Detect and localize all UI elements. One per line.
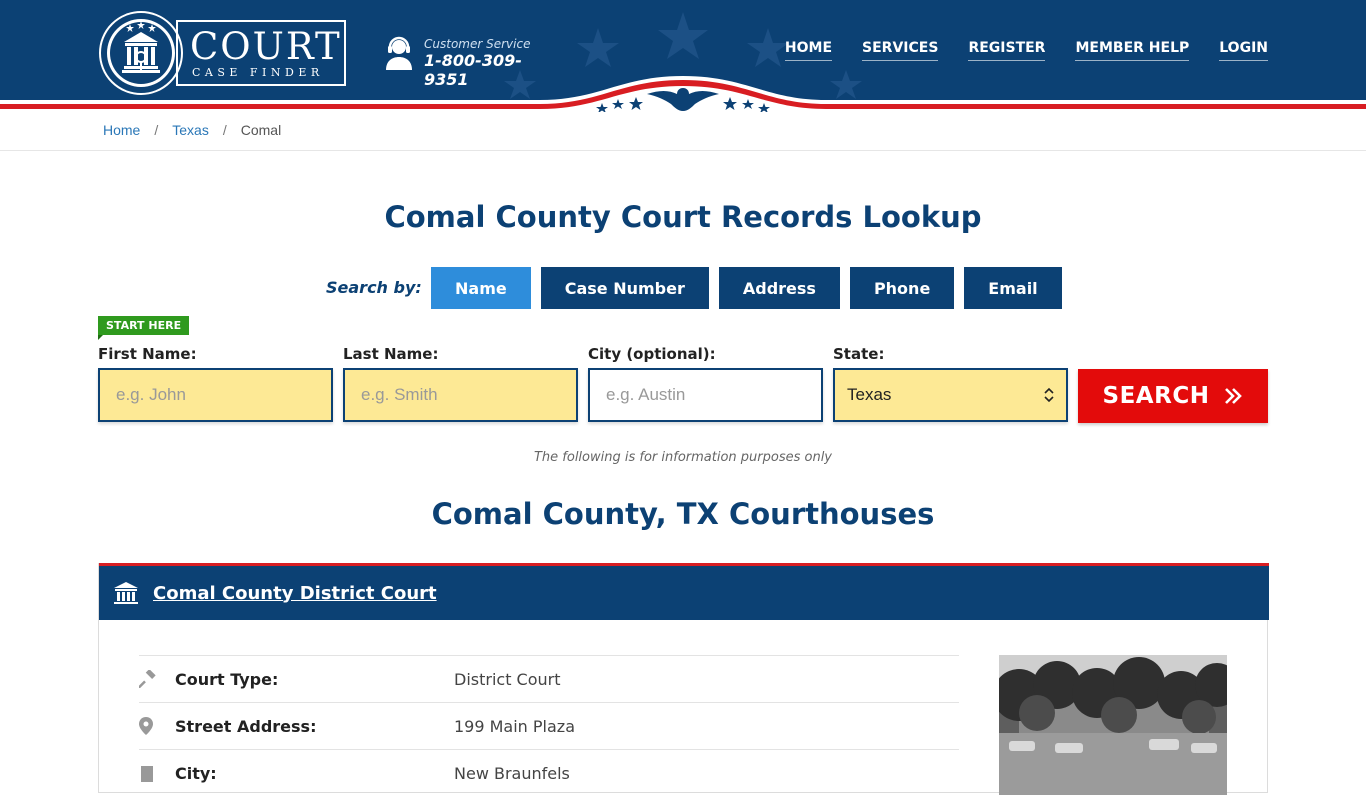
court-info-row: City: New Braunfels xyxy=(139,749,959,796)
search-by-label: Search by: xyxy=(326,278,422,297)
first-name-label: First Name: xyxy=(98,345,197,363)
court-name-link[interactable]: Comal County District Court xyxy=(153,583,437,604)
tab-address[interactable]: Address xyxy=(718,267,840,309)
logo-wordmark: COURT xyxy=(190,25,342,68)
street-address-label: Street Address: xyxy=(175,716,317,736)
divider xyxy=(0,150,1366,151)
site-logo[interactable]: COURT CASE FINDER xyxy=(98,10,348,96)
customer-service-label: Customer Service xyxy=(424,37,531,51)
breadcrumb: Home / Texas / Comal xyxy=(103,122,281,138)
select-arrows-icon xyxy=(1044,387,1054,403)
state-selected-value: Texas xyxy=(847,385,892,404)
tab-name[interactable]: Name xyxy=(431,267,531,309)
last-name-label: Last Name: xyxy=(343,345,439,363)
courthouse-seal-icon xyxy=(99,11,183,95)
tab-case-number[interactable]: Case Number xyxy=(540,267,709,309)
courthouses-heading: Comal County, TX Courthouses xyxy=(431,497,935,531)
nav-login[interactable]: LOGIN xyxy=(1219,40,1268,61)
courthouse-photo xyxy=(999,655,1227,795)
city-label: City (optional): xyxy=(588,345,716,363)
city-input[interactable]: e.g. Austin xyxy=(588,368,823,422)
headset-icon xyxy=(386,36,412,70)
nav-register[interactable]: REGISTER xyxy=(968,40,1046,61)
search-button[interactable]: SEARCH xyxy=(1078,369,1268,423)
customer-service-phone[interactable]: 1-800-309-9351 xyxy=(424,51,564,89)
gavel-icon xyxy=(139,670,156,688)
first-name-input[interactable]: e.g. John xyxy=(98,368,333,422)
logo-tagline: CASE FINDER xyxy=(192,66,324,79)
map-pin-icon xyxy=(139,717,153,735)
city-placeholder: e.g. Austin xyxy=(606,385,686,404)
state-label: State: xyxy=(833,345,885,363)
last-name-input[interactable]: e.g. Smith xyxy=(343,368,578,422)
building-icon xyxy=(141,766,153,782)
breadcrumb-current: Comal xyxy=(240,122,282,138)
court-info-table: Court Type: District Court Street Addres… xyxy=(139,655,959,796)
nav-services[interactable]: SERVICES xyxy=(862,40,939,61)
state-select[interactable]: Texas xyxy=(833,368,1068,422)
breadcrumb-separator: / xyxy=(222,122,227,138)
breadcrumb-separator: / xyxy=(154,122,159,138)
courthouse-icon xyxy=(114,582,138,604)
street-address-value: 199 Main Plaza xyxy=(454,716,576,736)
site-header: COURT CASE FINDER Customer Service 1-800… xyxy=(0,0,1366,112)
nav-member-help[interactable]: MEMBER HELP xyxy=(1075,40,1190,61)
start-here-badge: START HERE xyxy=(98,316,190,340)
court-card-header: Comal County District Court xyxy=(99,563,1269,620)
main-nav: HOME SERVICES REGISTER MEMBER HELP LOGIN xyxy=(784,40,1268,61)
city-group: City (optional): e.g. Austin xyxy=(588,344,823,422)
last-name-placeholder: e.g. Smith xyxy=(361,385,438,404)
search-type-tabs: Name Case Number Address Phone Email xyxy=(431,267,1062,309)
court-info-row: Street Address: 199 Main Plaza xyxy=(139,702,959,749)
court-type-value: District Court xyxy=(454,669,561,689)
court-info-row: Court Type: District Court xyxy=(139,655,959,702)
breadcrumb-texas[interactable]: Texas xyxy=(172,122,209,138)
customer-service[interactable]: Customer Service 1-800-309-9351 xyxy=(384,36,564,89)
city-row-label: City: xyxy=(175,763,217,783)
search-button-label: SEARCH xyxy=(1102,383,1210,409)
double-chevron-right-icon xyxy=(1225,388,1243,404)
page-title: Comal County Court Records Lookup xyxy=(384,200,982,234)
court-card: Comal County District Court Court Type: … xyxy=(98,563,1269,796)
nav-home[interactable]: HOME xyxy=(784,40,833,61)
tab-email[interactable]: Email xyxy=(964,267,1062,309)
first-name-placeholder: e.g. John xyxy=(116,385,186,404)
breadcrumb-home[interactable]: Home xyxy=(103,122,140,138)
city-row-value: New Braunfels xyxy=(454,763,570,783)
court-type-label: Court Type: xyxy=(175,669,279,689)
info-disclaimer: The following is for information purpose… xyxy=(533,450,833,465)
tab-phone[interactable]: Phone xyxy=(849,267,955,309)
state-group: State: Texas xyxy=(833,344,1068,422)
last-name-group: Last Name: e.g. Smith xyxy=(343,344,578,422)
first-name-group: First Name: e.g. John xyxy=(98,344,333,422)
